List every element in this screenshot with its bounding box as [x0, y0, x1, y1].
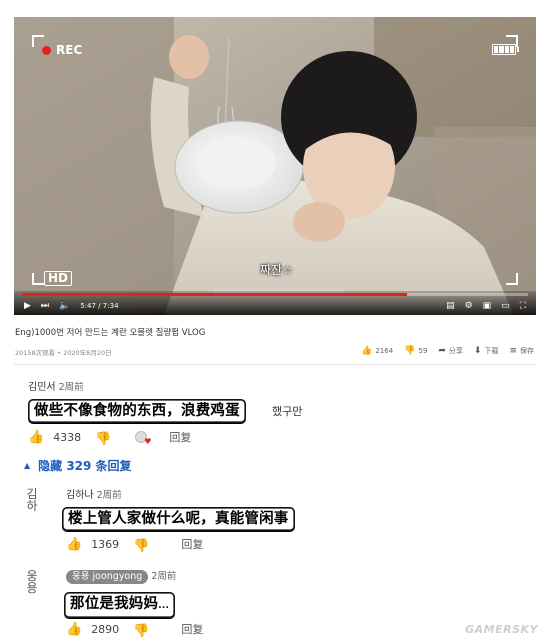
time-total: 7:34 [102, 302, 119, 310]
player-controls: ▶ ⏭ 🔈 5:47 / 7:34 ▤ ⚙ ▣ ▭ ⛶ [14, 291, 536, 315]
comment-likes: 2890 [91, 622, 120, 636]
video-actions: 👍 2164 👎 59 ➦ 分享 ⬇ 下载 ≡ 保存 [361, 346, 534, 356]
video-player[interactable]: REC HD 짜잔☆ ▶ ⏭ 🔈 5:47 / 7:34 ▤ ⚙ ▣ ▭ ⛶ [14, 17, 536, 315]
download-icon: ⬇ [473, 346, 482, 356]
subtitles-icon[interactable]: ▤ [446, 301, 455, 311]
time-display: 5:47 / 7:34 [80, 302, 119, 310]
share-button[interactable]: ➦ 分享 [438, 346, 463, 356]
comment-time: 2周前 [151, 571, 177, 582]
comment-actions: 👍 2890 👍 回复 [66, 621, 203, 637]
comment-actions: 👍 1369 👍 回复 [66, 536, 203, 552]
rec-indicator: REC [42, 43, 82, 57]
video-caption: 짜잔☆ [260, 263, 293, 277]
frame-corner [32, 273, 44, 285]
share-icon: ➦ [438, 346, 446, 356]
comment-likes: 1369 [91, 537, 120, 551]
comment-text: 那位是我妈妈... [64, 592, 176, 618]
comment-author: 김하나 2周前 [66, 486, 122, 501]
comment-time: 2周前 [58, 382, 84, 393]
heart-icon: ♥ [144, 437, 152, 446]
like-video-button[interactable]: 👍 2164 [361, 346, 393, 356]
comment-author: 김민서 2周前 [28, 378, 84, 393]
thumbs-up-icon[interactable]: 👍 [66, 622, 82, 637]
hide-replies-label: 隐藏 329 条回复 [38, 459, 132, 473]
thumbs-down-icon[interactable]: 👍 [133, 622, 149, 637]
chevron-up-icon: ▲ [24, 461, 31, 470]
comment-text: 楼上管人家做什么呢，真能管闲事 [62, 507, 295, 531]
theater-icon[interactable]: ▭ [501, 301, 510, 311]
miniplayer-icon[interactable]: ▣ [483, 301, 492, 311]
hd-badge: HD [44, 271, 73, 286]
settings-icon[interactable]: ⚙ [465, 301, 473, 311]
comment-text: 做些不像食物的东西，浪费鸡蛋 [28, 399, 246, 423]
comment-author: 웅용 joongyong 2周前 [66, 568, 176, 584]
save-icon: ≡ [509, 346, 517, 356]
volume-icon[interactable]: 🔈 [59, 301, 70, 311]
thumbs-down-icon: 👎 [404, 346, 416, 356]
progress-fill [22, 293, 407, 296]
hide-replies-button[interactable]: ▲ 隐藏 329 条回复 [24, 457, 132, 474]
frame-corner [506, 273, 518, 285]
thumbs-down-icon[interactable]: 👍 [133, 537, 149, 552]
next-icon[interactable]: ⏭ [41, 301, 49, 311]
author-name: 김하나 [66, 490, 94, 501]
avatar: 웅용 [26, 569, 38, 595]
reply-button[interactable]: 回复 [181, 536, 203, 552]
thumbs-down-icon[interactable]: 👍 [95, 430, 111, 445]
fullscreen-icon[interactable]: ⛶ [520, 301, 526, 311]
rec-label: REC [56, 43, 83, 57]
dislike-video-button[interactable]: 👎 59 [404, 346, 427, 356]
divider [14, 364, 536, 365]
author-name-chip: 웅용 joongyong [66, 570, 149, 584]
site-watermark: GAMERSKY [465, 623, 538, 636]
record-dot-icon [42, 45, 51, 55]
comment-likes: 4338 [53, 430, 82, 444]
download-button[interactable]: ⬇ 下载 [474, 346, 499, 356]
thumbs-up-icon[interactable]: 👍 [66, 537, 82, 552]
progress-bar[interactable] [22, 293, 528, 296]
thumbs-up-icon: 👍 [361, 346, 373, 356]
reply-button[interactable]: 回复 [169, 429, 191, 445]
comment-text-tail: 했구만 [272, 405, 303, 418]
avatar: 김하 [26, 487, 38, 513]
author-name: 김민서 [28, 382, 56, 393]
battery-icon [492, 44, 519, 55]
video-meta: 20158次观看 • 2020年8月20日 [15, 349, 112, 357]
comment-actions: 👍 4338 👍 ♥ 回复 [28, 429, 191, 447]
creator-heart-avatar: ♥ [135, 431, 151, 446]
reply-button[interactable]: 回复 [181, 621, 203, 637]
comment-time: 2周前 [96, 490, 122, 501]
thumbs-up-icon[interactable]: 👍 [28, 430, 44, 445]
play-icon[interactable]: ▶ [24, 301, 31, 311]
video-title: Eng)1000번 저어 만드는 계란 오믈렛 질량펌 VLOG [15, 328, 206, 338]
save-button[interactable]: ≡ 保存 [509, 346, 534, 356]
time-current: 5:47 [80, 302, 96, 310]
